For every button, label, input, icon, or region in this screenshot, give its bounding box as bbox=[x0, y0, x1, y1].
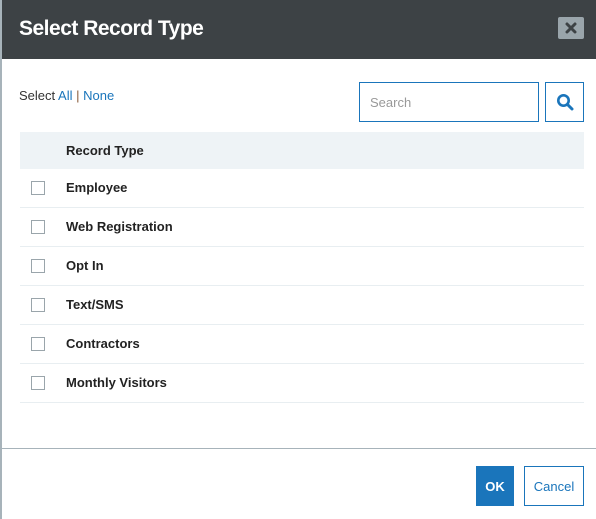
select-all-link[interactable]: All bbox=[58, 88, 72, 103]
row-label: Contractors bbox=[66, 336, 140, 351]
column-header-record-type: Record Type bbox=[66, 143, 144, 158]
search-input[interactable] bbox=[359, 82, 539, 122]
cancel-button[interactable]: Cancel bbox=[524, 466, 584, 506]
table-row: Employee bbox=[20, 169, 584, 208]
dialog-header: Select Record Type bbox=[2, 0, 596, 59]
record-type-table: Record Type Employee Web Registration Op… bbox=[20, 132, 584, 403]
row-checkbox[interactable] bbox=[31, 376, 45, 390]
search-icon bbox=[556, 94, 573, 111]
table-header: Record Type bbox=[20, 132, 584, 169]
footer-divider bbox=[2, 448, 596, 449]
row-checkbox[interactable] bbox=[31, 337, 45, 351]
row-checkbox[interactable] bbox=[31, 259, 45, 273]
select-label: Select bbox=[19, 88, 56, 103]
row-checkbox[interactable] bbox=[31, 298, 45, 312]
table-row: Opt In bbox=[20, 247, 584, 286]
row-checkbox[interactable] bbox=[31, 181, 45, 195]
row-label: Monthly Visitors bbox=[66, 375, 167, 390]
select-none-link[interactable]: None bbox=[83, 88, 114, 103]
select-all-none: Select All | None bbox=[19, 88, 114, 103]
close-button[interactable] bbox=[558, 17, 584, 39]
row-label: Employee bbox=[66, 180, 128, 195]
select-separator: | bbox=[76, 88, 80, 103]
row-checkbox[interactable] bbox=[31, 220, 45, 234]
table-row: Contractors bbox=[20, 325, 584, 364]
search-button[interactable] bbox=[545, 82, 584, 122]
table-row: Monthly Visitors bbox=[20, 364, 584, 403]
dialog-title: Select Record Type bbox=[19, 17, 204, 40]
select-record-type-dialog: Select Record Type Select All | None Rec… bbox=[0, 0, 596, 519]
row-label: Opt In bbox=[66, 258, 104, 273]
table-row: Text/SMS bbox=[20, 286, 584, 325]
close-icon bbox=[565, 22, 577, 34]
row-label: Web Registration bbox=[66, 219, 173, 234]
ok-button[interactable]: OK bbox=[476, 466, 514, 506]
table-row: Web Registration bbox=[20, 208, 584, 247]
row-label: Text/SMS bbox=[66, 297, 124, 312]
